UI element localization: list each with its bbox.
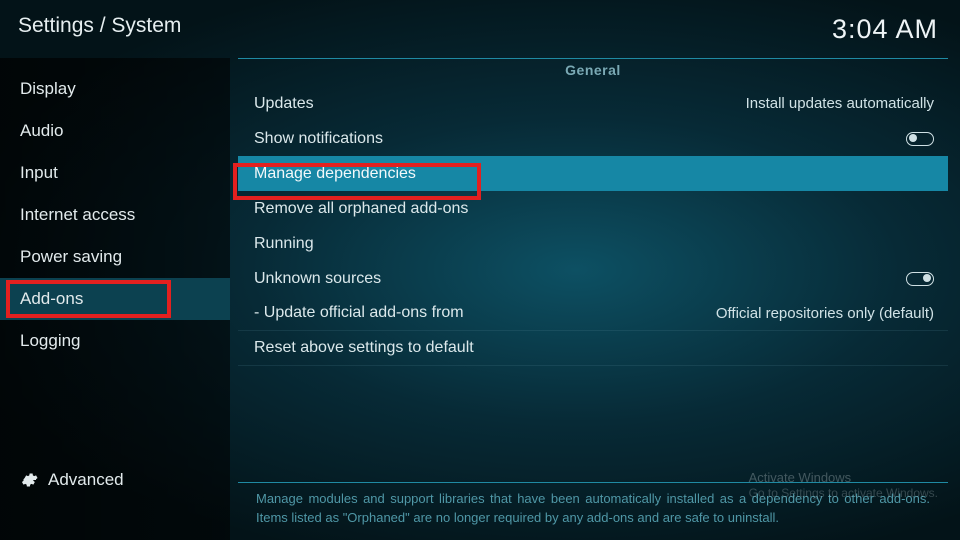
gear-icon: [20, 471, 38, 489]
row-update-official[interactable]: - Update official add-ons from Official …: [238, 296, 948, 331]
sidebar-item-audio[interactable]: Audio: [0, 110, 230, 152]
row-unknown-sources[interactable]: Unknown sources: [238, 261, 948, 296]
row-label: - Update official add-ons from: [254, 304, 464, 322]
row-updates[interactable]: Updates Install updates automatically: [238, 86, 948, 121]
row-manage-dependencies[interactable]: Manage dependencies: [238, 156, 948, 191]
sidebar-item-input[interactable]: Input: [0, 152, 230, 194]
toggle-unknown-sources[interactable]: [906, 272, 934, 286]
main-panel: General Updates Install updates automati…: [238, 58, 948, 540]
row-label: Manage dependencies: [254, 165, 416, 183]
sidebar-item-power-saving[interactable]: Power saving: [0, 236, 230, 278]
toggle-show-notifications[interactable]: [906, 132, 934, 146]
row-reset-defaults[interactable]: Reset above settings to default: [238, 331, 948, 366]
row-remove-orphaned[interactable]: Remove all orphaned add-ons: [238, 191, 948, 226]
settings-rows: Updates Install updates automatically Sh…: [238, 86, 948, 366]
section-header: General: [238, 58, 948, 80]
header: Settings / System 3:04 AM: [0, 0, 960, 58]
row-value: Install updates automatically: [746, 95, 934, 112]
row-value: Official repositories only (default): [716, 305, 934, 322]
clock: 3:04 AM: [832, 14, 938, 45]
help-text: Manage modules and support libraries tha…: [238, 482, 948, 528]
row-label: Updates: [254, 95, 314, 113]
breadcrumb: Settings / System: [18, 14, 181, 38]
sidebar-item-logging[interactable]: Logging: [0, 320, 230, 362]
sidebar-item-add-ons[interactable]: Add-ons: [0, 278, 230, 320]
row-running[interactable]: Running: [238, 226, 948, 261]
settings-level-button[interactable]: Advanced: [0, 460, 124, 500]
row-label: Unknown sources: [254, 270, 381, 288]
section-title: General: [565, 62, 621, 78]
sidebar: Display Audio Input Internet access Powe…: [0, 58, 230, 540]
row-label: Running: [254, 235, 314, 253]
sidebar-item-internet-access[interactable]: Internet access: [0, 194, 230, 236]
row-show-notifications[interactable]: Show notifications: [238, 121, 948, 156]
row-label: Reset above settings to default: [254, 339, 474, 357]
sidebar-item-display[interactable]: Display: [0, 68, 230, 110]
settings-level-label: Advanced: [48, 470, 124, 490]
row-label: Show notifications: [254, 130, 383, 148]
row-label: Remove all orphaned add-ons: [254, 200, 468, 218]
